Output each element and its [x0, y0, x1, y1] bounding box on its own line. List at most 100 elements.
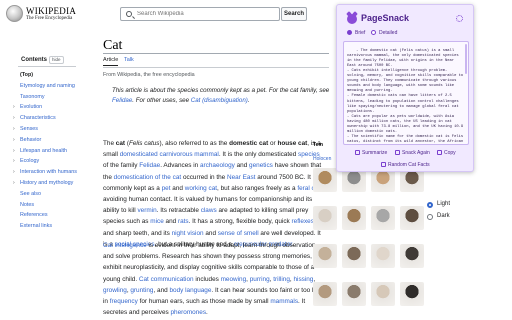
article-link[interactable]: frequency — [110, 298, 138, 305]
radio-detailed-icon[interactable] — [371, 30, 376, 35]
chevron-right-icon[interactable]: › — [13, 158, 15, 164]
settings-gear-icon[interactable] — [456, 15, 463, 22]
article-link[interactable]: rats — [178, 218, 189, 225]
toc-item[interactable]: References — [20, 212, 48, 218]
radio-light-icon[interactable] — [427, 201, 433, 208]
cat-photo[interactable] — [400, 206, 424, 230]
toc-item[interactable]: › Senses — [13, 126, 38, 132]
mode-detailed-option[interactable]: Detailed — [371, 30, 397, 36]
article-link[interactable]: claws — [201, 207, 217, 214]
article-link[interactable]: domestication of the cat — [114, 174, 182, 181]
article-link[interactable]: mammals — [270, 298, 298, 305]
infobox-subheading[interactable]: Holocen — [313, 156, 331, 162]
article-text: and — [170, 184, 185, 192]
toc-item[interactable]: Notes — [20, 202, 34, 208]
article-text: . It is the only domesticated — [218, 151, 299, 159]
article-link[interactable]: domesticated — [120, 151, 158, 158]
article-link[interactable]: trilling — [273, 276, 290, 283]
chevron-right-icon[interactable]: › — [13, 104, 15, 110]
search-input[interactable] — [137, 8, 277, 20]
toc-item[interactable]: Etymology and naming — [20, 83, 75, 89]
article-link[interactable]: body language — [169, 287, 211, 294]
toc-item[interactable]: › Behavior — [13, 137, 41, 143]
summary-scrollbar[interactable] — [465, 44, 467, 74]
cat-photo[interactable] — [313, 244, 337, 268]
toc-item[interactable]: › Lifespan and health — [13, 148, 67, 154]
toc-item[interactable]: Taxonomy — [20, 94, 45, 100]
article-text: . Advances in — [160, 162, 200, 170]
toc-hide-button[interactable]: hide — [49, 56, 64, 64]
toc-item[interactable]: › Characteristics — [13, 115, 56, 121]
search-box[interactable] — [120, 7, 280, 21]
article-link[interactable]: Cat communication — [139, 276, 194, 283]
chevron-right-icon[interactable]: › — [13, 137, 15, 143]
toc-item[interactable]: External links — [20, 223, 52, 229]
mode-brief-option[interactable]: Brief — [347, 30, 365, 36]
cat-photo[interactable] — [313, 282, 337, 306]
article-text: and — [163, 218, 178, 226]
cat-photo[interactable] — [371, 206, 395, 230]
article-link[interactable]: Near East — [227, 174, 255, 181]
cat-photo[interactable] — [342, 244, 366, 268]
article-link[interactable]: pheromones — [171, 309, 207, 316]
article-link[interactable]: genetics — [249, 162, 273, 169]
cat-photo[interactable] — [313, 206, 337, 230]
chevron-right-icon[interactable]: › — [13, 169, 15, 175]
article-link[interactable]: grunting — [130, 287, 153, 294]
copy-button[interactable]: Copy — [437, 150, 456, 156]
random-cat-facts-button[interactable]: Random Cat Facts — [381, 162, 430, 168]
article-link[interactable]: working cat — [185, 185, 217, 192]
lead-paragraph-1: The cat (Felis catus), also referred to … — [103, 138, 325, 250]
article-link[interactable]: Cat intelligence — [103, 242, 147, 249]
hatnote-link-disambiguation[interactable]: Cat (disambiguation) — [191, 97, 248, 104]
toc-item-label: Evolution — [20, 104, 43, 111]
toc-item[interactable]: › Evolution — [13, 104, 43, 111]
chevron-right-icon[interactable]: › — [13, 180, 15, 186]
cat-photo[interactable] — [371, 282, 395, 306]
wikipedia-globe-icon[interactable] — [6, 5, 23, 22]
article-link[interactable]: carnivorous mammal — [160, 151, 219, 158]
article-link[interactable]: archaeology — [200, 162, 235, 169]
toc-item[interactable]: › History and mythology — [13, 180, 73, 186]
toc-item[interactable]: › Interaction with humans — [13, 169, 77, 175]
radio-dark-icon[interactable] — [427, 213, 433, 220]
cat-facts-icon — [381, 162, 386, 167]
wikipedia-wordmark[interactable]: WIKIPEDIA — [26, 6, 76, 16]
toc-divider — [18, 66, 76, 67]
article-link[interactable]: growling — [103, 287, 127, 294]
cat-photo[interactable] — [342, 282, 366, 306]
snack-again-button[interactable]: Snack Again — [395, 150, 430, 156]
cat-photo[interactable] — [342, 206, 366, 230]
tabs-divider — [103, 67, 329, 68]
tab-talk[interactable]: Talk — [124, 57, 134, 63]
toc-title: Contents — [21, 57, 47, 63]
article-link[interactable]: purring — [250, 276, 270, 283]
hatnote-link-felidae[interactable]: Felidae — [112, 97, 132, 104]
theme-option-dark[interactable]: Dark — [427, 213, 450, 220]
summary-text: - The domestic cat (Felis catus) is a sm… — [347, 49, 464, 144]
toc-item[interactable]: See also — [20, 191, 41, 197]
article-link[interactable]: vermin — [137, 207, 156, 214]
article-link[interactable]: pet — [162, 185, 171, 192]
article-text: . It has a strong, flexible body, quick — [188, 218, 292, 226]
article-link[interactable]: Felidae — [139, 162, 160, 169]
tab-article[interactable]: Article — [103, 57, 119, 66]
toc-item[interactable]: › Ecology — [13, 158, 39, 164]
summarize-button[interactable]: Summarize — [355, 150, 387, 156]
theme-option-light[interactable]: Light — [427, 201, 450, 208]
chevron-right-icon[interactable]: › — [13, 126, 15, 132]
cat-photo[interactable] — [371, 244, 395, 268]
chevron-right-icon[interactable]: › — [13, 115, 15, 121]
article-link[interactable]: mice — [150, 218, 164, 225]
cat-photo[interactable] — [400, 244, 424, 268]
article-link[interactable]: meowing — [221, 276, 247, 283]
search-button[interactable]: Search — [281, 7, 307, 21]
article-link[interactable]: sense of smell — [218, 230, 259, 237]
summary-textarea[interactable]: - The domestic cat (Felis catus) is a sm… — [343, 41, 469, 145]
chevron-right-icon[interactable]: › — [13, 148, 15, 154]
radio-brief-icon[interactable] — [347, 30, 352, 35]
toc-item[interactable]: (Top) — [20, 72, 33, 78]
article-link[interactable]: night vision — [172, 230, 204, 237]
cat-photo[interactable] — [313, 168, 337, 192]
cat-photo[interactable] — [400, 282, 424, 306]
